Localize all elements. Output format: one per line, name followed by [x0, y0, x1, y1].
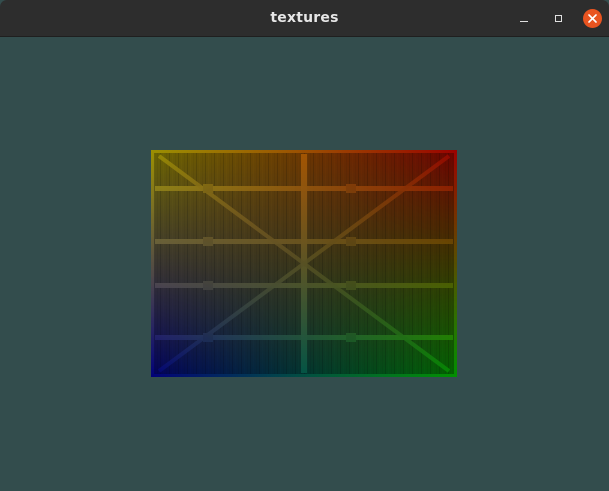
textured-quad	[151, 150, 457, 377]
close-button[interactable]	[582, 8, 602, 28]
maximize-icon	[554, 14, 562, 22]
title-bar[interactable]: textures	[0, 0, 609, 37]
close-icon	[582, 8, 602, 28]
maximize-button[interactable]	[548, 8, 568, 28]
minimize-button[interactable]	[514, 8, 534, 28]
app-window: textures	[0, 0, 609, 491]
render-canvas[interactable]	[0, 37, 609, 491]
minimize-icon	[520, 20, 528, 22]
